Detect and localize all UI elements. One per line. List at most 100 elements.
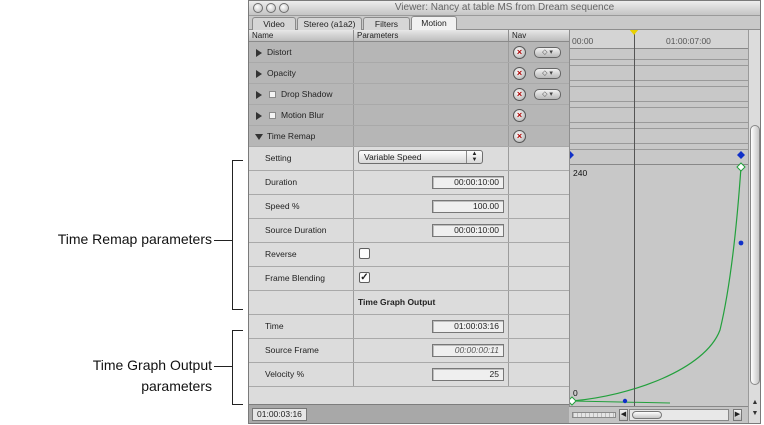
reverse-checkbox[interactable] <box>359 248 370 259</box>
param-row-reverse: Reverse <box>249 243 569 267</box>
param-row-frame-blending: Frame Blending ✓ <box>249 267 569 291</box>
keyframe-marker-icon[interactable] <box>737 151 745 159</box>
title-bar[interactable]: Viewer: Nancy at table MS from Dream seq… <box>249 1 760 16</box>
window-title: Viewer: Nancy at table MS from Dream seq… <box>394 2 615 13</box>
disclosure-triangle-right-icon[interactable] <box>256 112 262 120</box>
reset-x-icon[interactable]: × <box>513 109 526 122</box>
speed-field[interactable]: 100.00 <box>432 200 504 213</box>
nav-cell <box>509 363 569 386</box>
graph-top-label: 240 <box>573 168 588 178</box>
duration-field[interactable]: 00:00:10:00 <box>432 176 504 189</box>
time-remap-curve[interactable] <box>571 166 742 402</box>
name-cell <box>249 291 354 314</box>
viewer-window: Viewer: Nancy at table MS from Dream seq… <box>248 0 761 424</box>
disclosure-triangle-down-icon[interactable] <box>255 134 263 140</box>
zoom-slider[interactable] <box>572 412 616 418</box>
tab-video[interactable]: Video <box>252 17 296 30</box>
nav-cell: × ◇ ▾ <box>509 84 569 104</box>
playhead-marker-icon[interactable] <box>629 30 639 35</box>
name-cell: Source Duration <box>249 219 354 242</box>
parameter-cell: 00:00:10:00 <box>354 219 509 242</box>
reset-x-icon[interactable]: × <box>513 88 526 101</box>
column-header-parameters[interactable]: Parameters <box>354 30 509 41</box>
parameter-cell <box>354 105 509 125</box>
time-field[interactable]: 01:00:03:16 <box>432 320 504 333</box>
minimize-window-button[interactable] <box>266 3 276 13</box>
keyframe-popup-icon[interactable]: ◇ ▾ <box>534 89 561 100</box>
enable-checkbox[interactable] <box>269 112 276 119</box>
scroll-left-arrow-icon[interactable]: ◀ <box>619 409 628 421</box>
enable-checkbox[interactable] <box>269 91 276 98</box>
tab-bar: Video Stereo (a1a2) Filters Motion <box>249 16 760 44</box>
name-cell: Source Frame <box>249 339 354 362</box>
horizontal-scroll-track[interactable] <box>629 409 729 421</box>
close-window-button[interactable] <box>253 3 263 13</box>
graph-bottom-label: 0 <box>573 388 578 398</box>
group-row-opacity: Opacity × ◇ ▾ <box>249 63 569 84</box>
source-duration-field[interactable]: 00:00:10:00 <box>432 224 504 237</box>
nav-cell <box>509 195 569 218</box>
frame-blending-checkbox[interactable]: ✓ <box>359 272 370 283</box>
name-cell: Setting <box>249 147 354 170</box>
time-remap-baseline <box>571 400 671 404</box>
callout-leader-line <box>214 240 232 241</box>
keyframe-marker-icon[interactable] <box>736 162 746 172</box>
parameter-list: Distort × ◇ ▾ Opacity × ◇ ▾ Drop Shadow … <box>249 42 569 404</box>
disclosure-triangle-right-icon[interactable] <box>256 91 262 99</box>
parameter-cell <box>354 42 509 62</box>
name-cell: Motion Blur <box>249 105 354 125</box>
group-label: Opacity <box>267 68 296 78</box>
nav-cell: × ◇ ▾ <box>509 63 569 83</box>
bezier-handle-icon[interactable] <box>738 240 744 246</box>
callout-time-remap-parameters: Time Remap parameters <box>57 231 212 247</box>
setting-popup[interactable]: Variable Speed ▲ ▼ <box>358 150 483 164</box>
group-row-distort: Distort × ◇ ▾ <box>249 42 569 63</box>
keyframe-graph-area[interactable]: 00:00 01:00:07:00 240 0 <box>569 30 748 406</box>
tab-stereo[interactable]: Stereo (a1a2) <box>297 17 362 30</box>
name-cell: Velocity % <box>249 363 354 386</box>
keyframe-popup-icon[interactable]: ◇ ▾ <box>534 68 561 79</box>
keyframe-popup-icon[interactable]: ◇ ▾ <box>534 47 561 58</box>
param-label: Speed % <box>265 201 300 211</box>
param-row-time: Time 01:00:03:16 <box>249 315 569 339</box>
scroll-down-arrow-icon[interactable]: ▼ <box>751 410 759 417</box>
disclosure-triangle-right-icon[interactable] <box>256 70 262 78</box>
scroll-right-arrow-icon[interactable]: ▶ <box>733 409 742 421</box>
time-remap-graph[interactable] <box>570 30 748 406</box>
tab-filters[interactable]: Filters <box>363 17 410 30</box>
nav-cell <box>509 315 569 338</box>
group-label: Distort <box>267 47 292 57</box>
zoom-window-button[interactable] <box>279 3 289 13</box>
param-row-source-frame: Source Frame 00:00:00:11 <box>249 339 569 363</box>
bezier-handle-icon[interactable] <box>622 398 628 404</box>
playhead-line[interactable] <box>634 30 635 406</box>
parameter-cell: 00:00:10:00 <box>354 171 509 194</box>
nav-cell <box>509 291 569 314</box>
velocity-field[interactable]: 25 <box>432 368 504 381</box>
nav-cell <box>509 339 569 362</box>
column-header-name[interactable]: Name <box>249 30 354 41</box>
nav-cell <box>509 219 569 242</box>
param-row-source-duration: Source Duration 00:00:10:00 <box>249 219 569 243</box>
horizontal-scroll-thumb[interactable] <box>632 411 662 419</box>
nav-cell: × <box>509 126 569 146</box>
group-label: Drop Shadow <box>281 89 333 99</box>
group-row-motion-blur: Motion Blur × <box>249 105 569 126</box>
reset-x-icon[interactable]: × <box>513 67 526 80</box>
current-timecode-field[interactable]: 01:00:03:16 <box>252 408 307 421</box>
keyframe-marker-icon[interactable] <box>570 396 577 406</box>
tab-motion[interactable]: Motion <box>411 16 457 31</box>
section-heading: Time Graph Output <box>358 297 436 307</box>
reset-x-icon[interactable]: × <box>513 46 526 59</box>
vertical-scroll-thumb[interactable] <box>750 125 760 385</box>
scroll-up-arrow-icon[interactable]: ▲ <box>751 399 759 406</box>
callout-bracket-graph-output <box>232 330 243 405</box>
vertical-scrollbar[interactable]: ▲ ▼ <box>748 30 760 423</box>
group-label: Time Remap <box>267 131 316 141</box>
parameter-cell: Variable Speed ▲ ▼ <box>354 147 509 170</box>
nav-cell <box>509 147 569 170</box>
reset-x-icon[interactable]: × <box>513 130 526 143</box>
keyframe-marker-icon[interactable] <box>570 151 574 159</box>
column-header-nav[interactable]: Nav <box>509 30 569 41</box>
disclosure-triangle-right-icon[interactable] <box>256 49 262 57</box>
